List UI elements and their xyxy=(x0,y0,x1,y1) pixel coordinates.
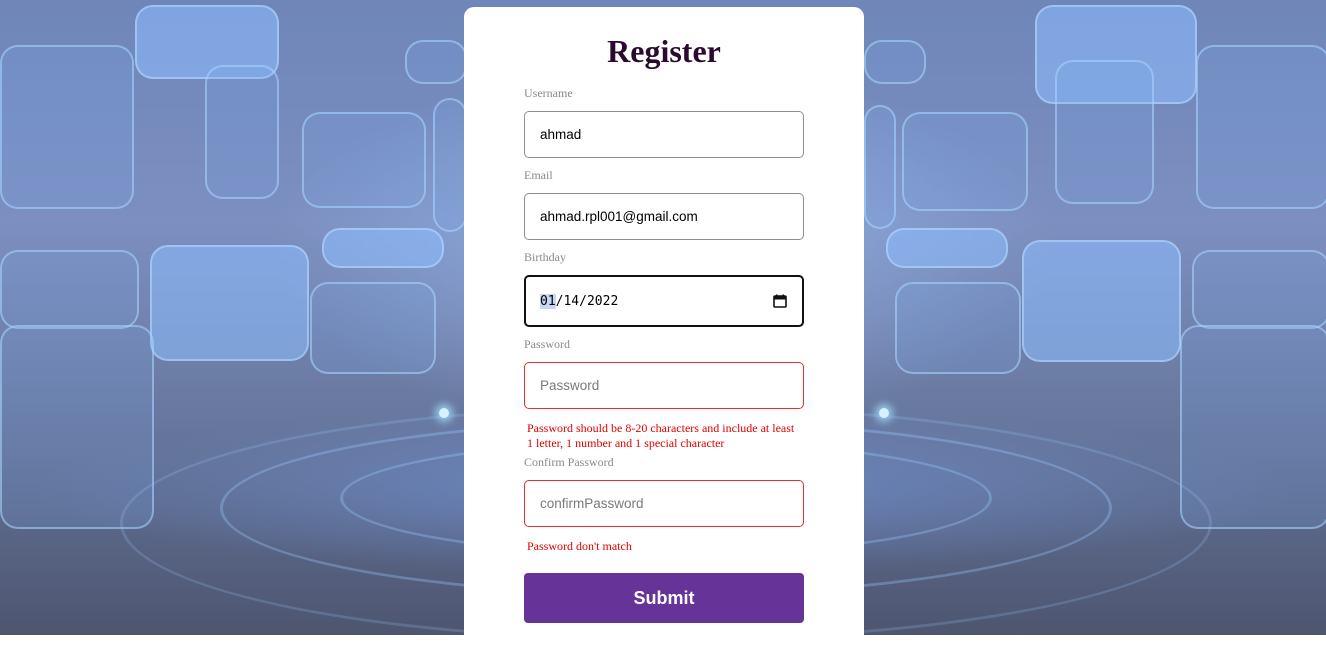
password-placeholder: Password xyxy=(540,378,600,393)
username-value: ahmad xyxy=(540,127,582,142)
email-input[interactable]: ahmad.rpl001@gmail.com xyxy=(524,193,804,240)
email-value: ahmad.rpl001@gmail.com xyxy=(540,209,698,224)
birthday-month[interactable]: 01 xyxy=(540,293,556,309)
birthday-label: Birthday xyxy=(524,250,566,264)
date-separator: / xyxy=(579,293,587,309)
username-input[interactable]: ahmad xyxy=(524,111,804,158)
password-label: Password xyxy=(524,337,571,351)
email-label: Email xyxy=(524,168,553,182)
password-input[interactable]: Password xyxy=(524,362,804,409)
birthday-date-input[interactable]: 01/14/2022 xyxy=(524,275,804,327)
page-title: Register xyxy=(607,33,721,69)
confirm-password-placeholder: confirmPassword xyxy=(540,496,644,511)
confirm-password-error-message: Password don't match xyxy=(527,539,632,553)
birthday-day[interactable]: 14 xyxy=(563,294,579,309)
confirm-password-label: Confirm Password xyxy=(524,455,614,469)
calendar-icon[interactable] xyxy=(772,293,788,309)
password-error-message: Password should be 8-20 characters and i… xyxy=(527,421,795,450)
register-form-card: Register Username ahmad Email ahmad.rpl0… xyxy=(464,7,864,647)
birthday-year[interactable]: 2022 xyxy=(587,294,618,309)
birthday-value: 01/14/2022 xyxy=(540,293,772,309)
submit-button[interactable]: Submit xyxy=(524,573,804,623)
confirm-password-input[interactable]: confirmPassword xyxy=(524,480,804,527)
username-label: Username xyxy=(524,86,573,100)
